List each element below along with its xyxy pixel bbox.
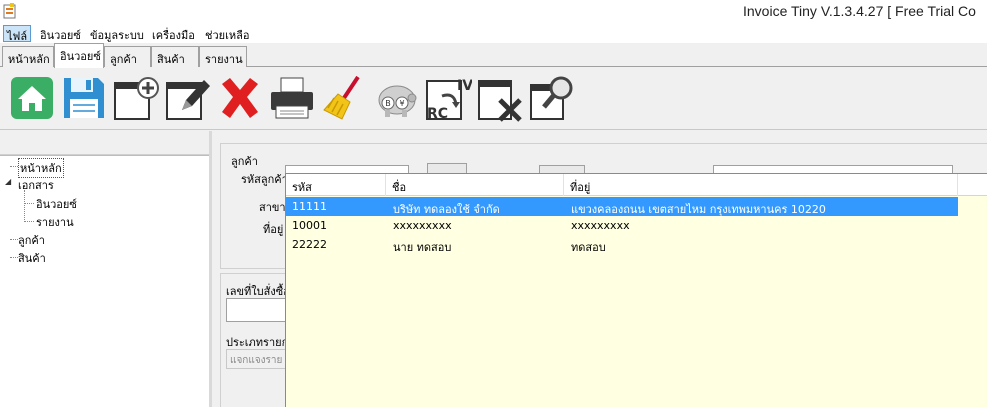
address-label: ที่อยู่ [263,223,284,236]
branch-label: สาขา [259,201,286,214]
svg-text:IV: IV [457,78,472,94]
tree-item-customer[interactable]: ลูกค้า [18,231,45,249]
customer-group-title: ลูกค้า [231,155,258,168]
column-header-name[interactable]: ชื่อ [386,174,564,196]
table-row[interactable]: 22222 นาย ทดสอบ ทดสอบ [286,235,958,254]
cell-code: 11111 [292,200,327,213]
convert-icon[interactable]: IV RC [424,74,472,122]
column-header-address[interactable]: ที่อยู่ [564,174,958,196]
table-row[interactable]: 10001 xxxxxxxxx xxxxxxxxx [286,216,958,235]
toolbar: B ¥ IV RC [0,67,987,130]
menu-system-data[interactable]: ข้อมูลระบบ [87,25,147,42]
cell-name: xxxxxxxxx [393,219,452,232]
tab-product[interactable]: สินค้า [151,46,199,67]
window-title: Invoice Tiny V.1.3.4.27 [ Free Trial Co [743,3,976,19]
svg-text:B: B [385,99,391,108]
menu-tools[interactable]: เครื่องมือ [149,25,198,42]
cell-code: 10001 [292,219,327,232]
navigation-panel-header [0,131,209,155]
customer-lookup-grid: รหัส ชื่อ ที่อยู่ 11111 บริษัท ทดลองใช้ จ… [285,173,987,407]
cell-address: ทดสอบ [571,241,606,254]
save-icon[interactable] [60,74,108,122]
svg-text:RC: RC [427,106,448,122]
navigation-panel: หน้าหลัก ◢ เอกสาร อินวอยซ์ รายงาน ลูกค้า… [0,131,209,407]
menu-file[interactable]: ไฟล์ [3,25,32,43]
tab-customer[interactable]: ลูกค้า [104,46,151,67]
table-row[interactable]: 11111 บริษัท ทดลองใช้ จำกัด แขวงคลองถนน เข… [286,197,958,216]
menu-invoice[interactable]: อินวอยซ์ [37,25,84,42]
print-icon[interactable] [268,74,316,122]
tree-item-home[interactable]: หน้าหลัก [18,158,64,178]
clear-icon[interactable] [320,74,368,122]
customer-code-label: รหัสลูกค้า [241,173,288,186]
cell-address: xxxxxxxxx [571,219,630,232]
tab-report[interactable]: รายงาน [199,46,247,67]
cell-code: 22222 [292,238,327,251]
cell-name: นาย ทดสอบ [393,241,452,254]
grid-header: รหัส ชื่อ ที่อยู่ [286,174,987,196]
cancel-document-icon[interactable] [476,74,524,122]
tab-invoice[interactable]: อินวอยซ์ [54,43,104,68]
tree-item-product[interactable]: สินค้า [18,249,46,267]
svg-text:¥: ¥ [399,99,404,108]
tab-home[interactable]: หน้าหลัก [2,46,54,67]
tree-item-report[interactable]: รายงาน [36,213,74,231]
app-icon [3,3,16,19]
tree-expand-icon[interactable]: ◢ [5,177,11,186]
menu-bar: ไฟล์ อินวอยซ์ ข้อมูลระบบ เครื่องมือ ช่วย… [0,24,987,43]
title-bar: Invoice Tiny V.1.3.4.27 [ Free Trial Co [0,0,987,24]
tree-item-invoice[interactable]: อินวอยซ์ [36,195,77,213]
home-icon[interactable] [8,74,56,122]
tab-strip: หน้าหลัก อินวอยซ์ ลูกค้า สินค้า รายงาน [0,43,987,68]
delete-icon[interactable] [216,74,264,122]
column-header-code[interactable]: รหัส [286,174,386,196]
search-document-icon[interactable] [528,74,576,122]
new-document-icon[interactable] [112,74,160,122]
piggy-bank-icon[interactable]: B ¥ [372,74,420,122]
edit-icon[interactable] [164,74,212,122]
menu-help[interactable]: ช่วยเหลือ [202,25,252,42]
navigation-tree: หน้าหลัก ◢ เอกสาร อินวอยซ์ รายงาน ลูกค้า… [0,155,209,407]
